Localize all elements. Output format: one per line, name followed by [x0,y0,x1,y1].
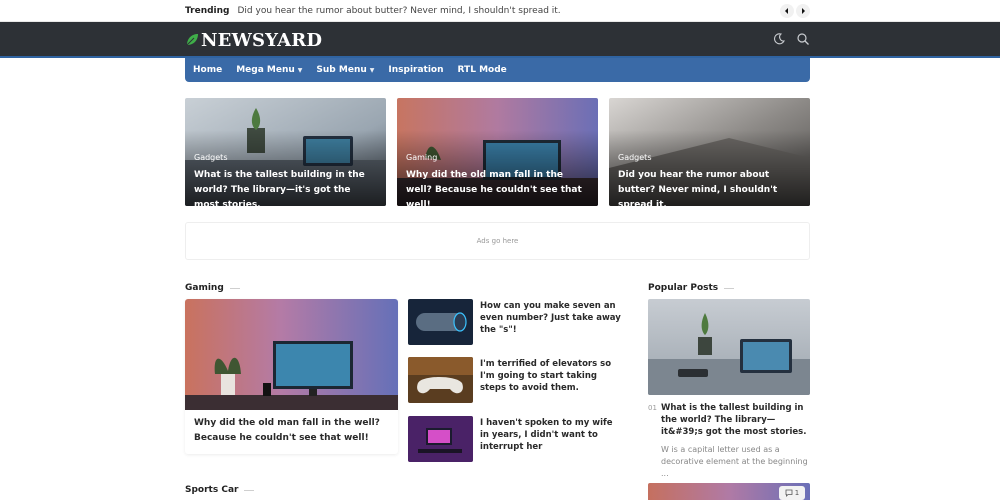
trending-label: Trending [185,6,230,16]
main-nav: Home Mega Menu ▼ Sub Menu ▼ Inspiration … [185,58,810,82]
trending-next-button[interactable] [796,4,810,18]
category-label[interactable]: Gaming [406,153,437,162]
popular-post-title[interactable]: What is the tallest building in the worl… [661,402,811,438]
gaming-main-card[interactable]: Why did the old man fall in the well? Be… [185,299,398,454]
category-label[interactable]: Gadgets [618,153,651,162]
nav-item-label: Inspiration [388,65,444,75]
featured-posts: Gadgets What is the tallest building in … [185,98,810,206]
section-title-text: Popular Posts [648,283,719,293]
featured-card[interactable]: Gadgets What is the tallest building in … [185,98,386,206]
nav-item-label: Home [193,65,223,75]
site-logo[interactable]: NEWSYARD [185,29,322,51]
section-title-text: Sports Car [185,485,239,495]
section-title-text: Gaming [185,283,224,293]
nav-item-rtl-mode[interactable]: RTL Mode [458,65,507,75]
gaming-main-title[interactable]: Why did the old man fall in the well? Be… [194,416,389,446]
comment-count: 1 [794,489,800,497]
nav-item-label: Mega Menu [236,65,295,75]
caret-down-icon: ▼ [297,66,303,74]
site-header: NEWSYARD [0,22,1000,58]
trending-headline-link[interactable]: Did you hear the rumor about butter? Nev… [237,6,560,16]
nav-item-inspiration[interactable]: Inspiration [388,65,443,75]
comment-icon [785,489,793,497]
featured-title[interactable]: Why did the old man fall in the well? Be… [406,168,589,206]
search-icon[interactable] [796,32,810,46]
featured-title[interactable]: Did you hear the rumor about butter? Nev… [618,168,801,206]
moon-icon[interactable] [772,32,786,46]
popular-rank-number: 01 [648,404,657,412]
trending-inner: Trending Did you hear the rumor about bu… [185,0,810,22]
comment-count-badge[interactable]: 1 [779,486,805,500]
logo-text: NEWSYARD [201,29,323,51]
header-actions [772,32,810,46]
popular-post-excerpt: W is a capital letter used as a decorati… [661,445,808,478]
nav-item-label: RTL Mode [457,65,507,75]
list-item-title[interactable]: I'm terrified of elevators so I'm going … [480,357,622,403]
section-title-gaming: Gaming [185,283,240,293]
popular-post-image[interactable] [648,299,810,395]
chevron-left-icon [785,8,788,14]
list-item[interactable]: I'm terrified of elevators so I'm going … [408,357,622,403]
chevron-right-icon [802,8,805,14]
nav-item-sub-menu[interactable]: Sub Menu ▼ [316,65,374,75]
list-item[interactable]: I haven't spoken to my wife in years, I … [408,416,622,462]
trending-bar: Trending Did you hear the rumor about bu… [0,0,1000,22]
leaf-icon [186,34,198,46]
section-title-sports-car: Sports Car [185,485,254,495]
nav-item-mega-menu[interactable]: Mega Menu ▼ [236,65,302,75]
ad-text: Ads go here [476,237,519,245]
thumb-controller-image [408,357,473,403]
section-title-popular: Popular Posts [648,283,734,293]
gaming-main-image [185,299,398,410]
list-item-title[interactable]: I haven't spoken to my wife in years, I … [480,416,622,462]
list-item-title[interactable]: How can you make seven an even number? J… [480,299,622,345]
thumb-speaker-image [408,299,473,345]
featured-card[interactable]: Gadgets Did you hear the rumor about but… [609,98,810,206]
nav-item-label: Sub Menu [316,65,367,75]
list-item[interactable]: How can you make seven an even number? J… [408,299,622,345]
featured-card[interactable]: Gaming Why did the old man fall in the w… [397,98,598,206]
featured-title[interactable]: What is the tallest building in the worl… [194,168,377,206]
nav-item-home[interactable]: Home [193,65,222,75]
caret-down-icon: ▼ [369,66,375,74]
thumb-gaming-setup-image [408,416,473,462]
trending-prev-button[interactable] [780,4,794,18]
category-label[interactable]: Gadgets [194,153,227,162]
ad-placeholder: Ads go here [185,222,810,260]
trending-nav [780,4,810,18]
